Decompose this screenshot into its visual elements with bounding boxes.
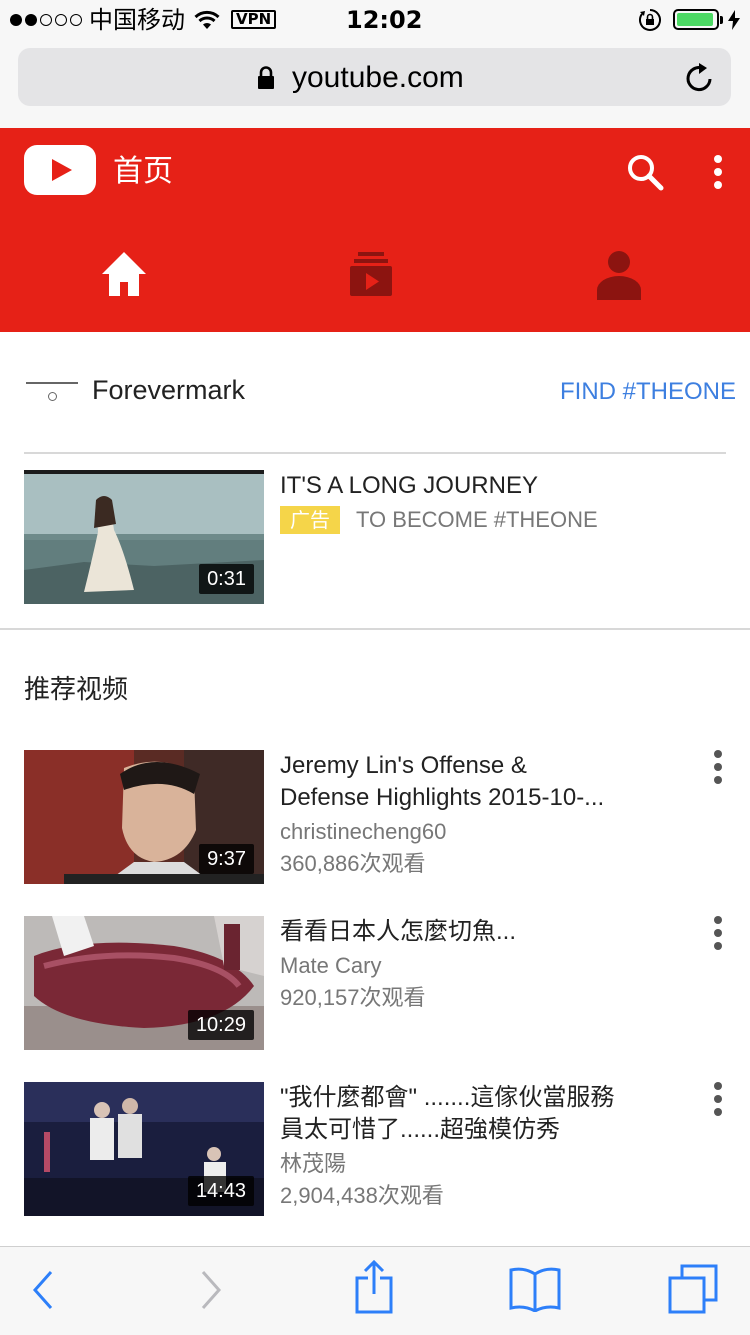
advertiser-name[interactable]: Forevermark — [92, 368, 245, 412]
youtube-logo-icon[interactable] — [24, 145, 96, 195]
tab-home-icon[interactable] — [100, 250, 148, 298]
carrier-label: 中国移动 — [89, 6, 185, 34]
video-more-icon[interactable] — [710, 1080, 726, 1120]
divider — [24, 452, 726, 454]
charging-icon — [728, 10, 740, 30]
video-channel-2[interactable]: Mate Cary — [280, 950, 381, 982]
video-title-3[interactable]: "我什麼都會" .......這傢伙當服務 — [280, 1082, 660, 1114]
bookmarks-icon[interactable] — [508, 1266, 562, 1312]
section-divider — [0, 628, 750, 630]
status-bar: 中国移动 VPN 12:02 — [0, 0, 750, 40]
ad-subtitle: TO BECOME #THEONE — [356, 507, 598, 532]
ad-badge: 广告 — [280, 506, 340, 534]
ad-cta-link[interactable]: FIND #THEONE — [560, 374, 736, 410]
vpn-badge: VPN — [231, 10, 277, 29]
tabs-icon[interactable] — [668, 1264, 720, 1314]
video-more-icon[interactable] — [710, 914, 726, 954]
tab-account-icon[interactable] — [596, 250, 642, 300]
clock: 12:02 — [346, 6, 423, 34]
video-channel-1[interactable]: christinecheng60 — [280, 816, 446, 848]
video-title-1[interactable]: Jeremy Lin's Offense & — [280, 750, 660, 782]
forward-icon[interactable] — [200, 1270, 222, 1310]
ad-title[interactable]: IT'S A LONG JOURNEY — [280, 470, 660, 502]
section-title: 推荐视频 — [24, 675, 129, 705]
ad-duration: 0:31 — [199, 564, 254, 594]
video-duration: 14:43 — [187, 1176, 254, 1206]
share-icon[interactable] — [354, 1260, 394, 1314]
advertiser-logo[interactable] — [24, 380, 80, 406]
video-title-3-line2[interactable]: 員太可惜了......超強模仿秀 — [280, 1114, 660, 1146]
video-title-2[interactable]: 看看日本人怎麼切魚... — [280, 916, 660, 948]
more-options-icon[interactable] — [710, 154, 726, 190]
lock-icon — [258, 66, 274, 89]
video-channel-3[interactable]: 林茂陽 — [280, 1148, 346, 1180]
tab-subscriptions-icon[interactable] — [348, 250, 394, 298]
video-title-1-line2[interactable]: Defense Highlights 2015-10-... — [280, 782, 660, 814]
ad-video-thumbnail[interactable]: 0:31 — [24, 470, 264, 604]
video-thumbnail-2[interactable]: 10:29 — [24, 916, 264, 1050]
back-icon[interactable] — [32, 1270, 54, 1310]
video-more-icon[interactable] — [710, 748, 726, 788]
battery-icon — [673, 9, 719, 30]
video-views-1: 360,886次观看 — [280, 851, 426, 876]
video-views-3: 2,904,438次观看 — [280, 1183, 444, 1208]
wifi-icon — [194, 10, 220, 29]
video-thumbnail-3[interactable]: 14:43 — [24, 1082, 264, 1216]
video-thumbnail-1[interactable]: 9:37 — [24, 750, 264, 884]
video-duration: 9:37 — [199, 844, 254, 874]
video-duration: 10:29 — [187, 1010, 254, 1040]
video-views-2: 920,157次观看 — [280, 985, 426, 1010]
page-title: 首页 — [113, 154, 173, 189]
url-text[interactable]: youtube.com — [292, 58, 464, 98]
orientation-lock-icon — [639, 9, 661, 31]
search-icon[interactable] — [626, 153, 664, 191]
reload-icon[interactable] — [685, 62, 715, 94]
